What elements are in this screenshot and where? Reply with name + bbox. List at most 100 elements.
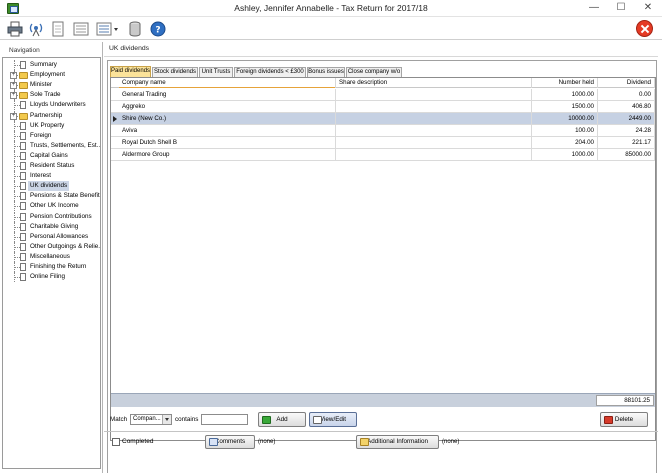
tab[interactable]: Paid dividends — [110, 66, 151, 77]
match-field-select[interactable]: Compan... — [130, 414, 172, 425]
minimize-button[interactable]: — — [585, 1, 603, 15]
nav-item[interactable]: Pensions & State Benefits — [3, 191, 100, 202]
cell-dividend[interactable]: 221.17 — [598, 137, 655, 149]
cell-company[interactable]: General Trading — [119, 89, 336, 101]
nav-item[interactable]: UK Property — [3, 120, 100, 131]
divider — [104, 431, 658, 432]
cell-number[interactable]: 10000.00 — [532, 113, 598, 125]
expand-icon[interactable]: + — [10, 82, 17, 90]
document-icon — [20, 172, 26, 181]
nav-item[interactable]: Finishing the Return — [3, 262, 100, 272]
column-header-number[interactable]: Number held — [532, 78, 598, 88]
table-row[interactable]: Shire (New Co.) 10000.00 2449.00 — [111, 113, 655, 125]
cell-dividend[interactable]: 24.28 — [598, 125, 655, 137]
nav-item-label: Minister — [30, 81, 53, 89]
nav-item[interactable]: Foreign — [3, 130, 100, 141]
dividend-total: 88101.25 — [596, 395, 654, 406]
tab[interactable]: Stock dividends — [152, 67, 198, 77]
document-icon — [20, 212, 26, 221]
cell-dividend[interactable]: 0.00 — [598, 89, 655, 101]
delete-button[interactable]: Delete — [600, 412, 648, 427]
comments-button[interactable]: Comments — [205, 435, 255, 449]
nav-item[interactable]: Online Filing — [3, 272, 100, 283]
nav-item[interactable]: Capital Gains — [3, 150, 100, 161]
cell-company[interactable]: Aldermore Group — [119, 149, 336, 161]
dividends-table[interactable]: Company name Share description Number he… — [110, 77, 656, 441]
expand-icon[interactable]: + — [10, 72, 17, 80]
database-icon[interactable] — [127, 21, 143, 37]
nav-item[interactable]: Pension Contributions — [3, 211, 100, 222]
nav-item-label: Pension Contributions — [30, 212, 92, 220]
cell-dividend[interactable]: 2449.00 — [598, 113, 655, 125]
contains-input[interactable] — [201, 414, 248, 425]
cell-description[interactable] — [336, 137, 532, 149]
cell-company[interactable]: Royal Dutch Shell B — [119, 137, 336, 149]
nav-item[interactable]: Personal Allowances — [3, 231, 100, 242]
table-row[interactable]: Aldermore Group 1000.00 85000.00 — [111, 149, 655, 161]
table-row[interactable]: Aggreko 1500.00 406.80 — [111, 101, 655, 113]
cell-description[interactable] — [336, 149, 532, 161]
table-row[interactable]: Aviva 100.00 24.28 — [111, 125, 655, 137]
cell-number[interactable]: 204.00 — [532, 137, 598, 149]
add-button[interactable]: Add — [258, 412, 306, 427]
nav-item[interactable]: Miscellaneous — [3, 251, 100, 262]
view-edit-button[interactable]: View/Edit — [309, 412, 357, 427]
nav-item[interactable]: + Sole Trade — [3, 90, 100, 101]
document-icon — [20, 222, 26, 231]
cell-number[interactable]: 1000.00 — [532, 89, 598, 101]
nav-item[interactable]: Other Outgoings & Relie... — [3, 241, 100, 252]
cell-dividend[interactable]: 85000.00 — [598, 149, 655, 161]
document-icon[interactable] — [50, 21, 66, 37]
page-title: UK dividends — [109, 45, 150, 52]
tab[interactable]: Close company w/o — [346, 67, 402, 77]
table-row[interactable]: Royal Dutch Shell B 204.00 221.17 — [111, 137, 655, 149]
cell-description[interactable] — [336, 113, 532, 125]
tab[interactable]: Bonus issues — [307, 67, 345, 77]
document-icon — [20, 61, 26, 69]
cell-company[interactable]: Aggreko — [119, 101, 336, 113]
cell-description[interactable] — [336, 101, 532, 113]
nav-item[interactable]: Interest — [3, 171, 100, 182]
completed-checkbox[interactable] — [112, 438, 120, 446]
exit-icon[interactable] — [636, 20, 653, 37]
nav-item-label: Personal Allowances — [30, 232, 89, 240]
cell-description[interactable] — [336, 125, 532, 137]
broadcast-icon[interactable] — [28, 21, 44, 37]
nav-item[interactable]: UK dividends — [3, 181, 100, 192]
printer-icon[interactable] — [7, 21, 23, 37]
chevron-down-icon[interactable] — [162, 415, 171, 424]
nav-item[interactable]: Resident Status — [3, 161, 100, 171]
nav-item[interactable]: + Partnership — [3, 110, 100, 121]
tab[interactable]: Foreign dividends < £300 — [234, 67, 306, 77]
toolbar: ? — [0, 18, 662, 40]
nav-item[interactable]: Charitable Giving — [3, 221, 100, 232]
cell-company[interactable]: Aviva — [119, 125, 336, 137]
maximize-button[interactable]: ☐ — [612, 1, 630, 15]
cell-company[interactable]: Shire (New Co.) — [119, 113, 336, 125]
comments-value: (none) — [258, 439, 276, 445]
cell-dividend[interactable]: 406.80 — [598, 101, 655, 113]
nav-item[interactable]: + Minister — [3, 80, 100, 91]
form-icon[interactable] — [73, 21, 89, 37]
nav-item[interactable]: Trusts, Settlements, Est... — [3, 140, 100, 151]
expand-icon[interactable]: + — [10, 92, 17, 100]
match-label: Match — [110, 416, 128, 423]
close-button[interactable]: ✕ — [637, 1, 659, 15]
help-icon[interactable]: ? — [150, 21, 166, 37]
expand-icon[interactable]: + — [10, 112, 17, 120]
nav-item[interactable]: + Employment — [3, 70, 100, 81]
tab[interactable]: Unit Trusts — [199, 67, 233, 77]
column-header-description[interactable]: Share description — [336, 78, 532, 88]
cell-description[interactable] — [336, 89, 532, 101]
cell-number[interactable]: 1000.00 — [532, 149, 598, 161]
list-dropdown-icon[interactable] — [96, 21, 120, 37]
column-header-company[interactable]: Company name — [119, 78, 336, 88]
column-header-dividend[interactable]: Dividend — [598, 78, 655, 88]
additional-information-button[interactable]: Additional Information — [356, 435, 439, 449]
nav-item[interactable]: Other UK Income — [3, 201, 100, 212]
table-row[interactable]: General Trading 1000.00 0.00 — [111, 89, 655, 101]
nav-item[interactable]: Summary — [3, 60, 100, 70]
nav-item[interactable]: Lloyds Underwriters — [3, 100, 100, 111]
cell-number[interactable]: 1500.00 — [532, 101, 598, 113]
cell-number[interactable]: 100.00 — [532, 125, 598, 137]
